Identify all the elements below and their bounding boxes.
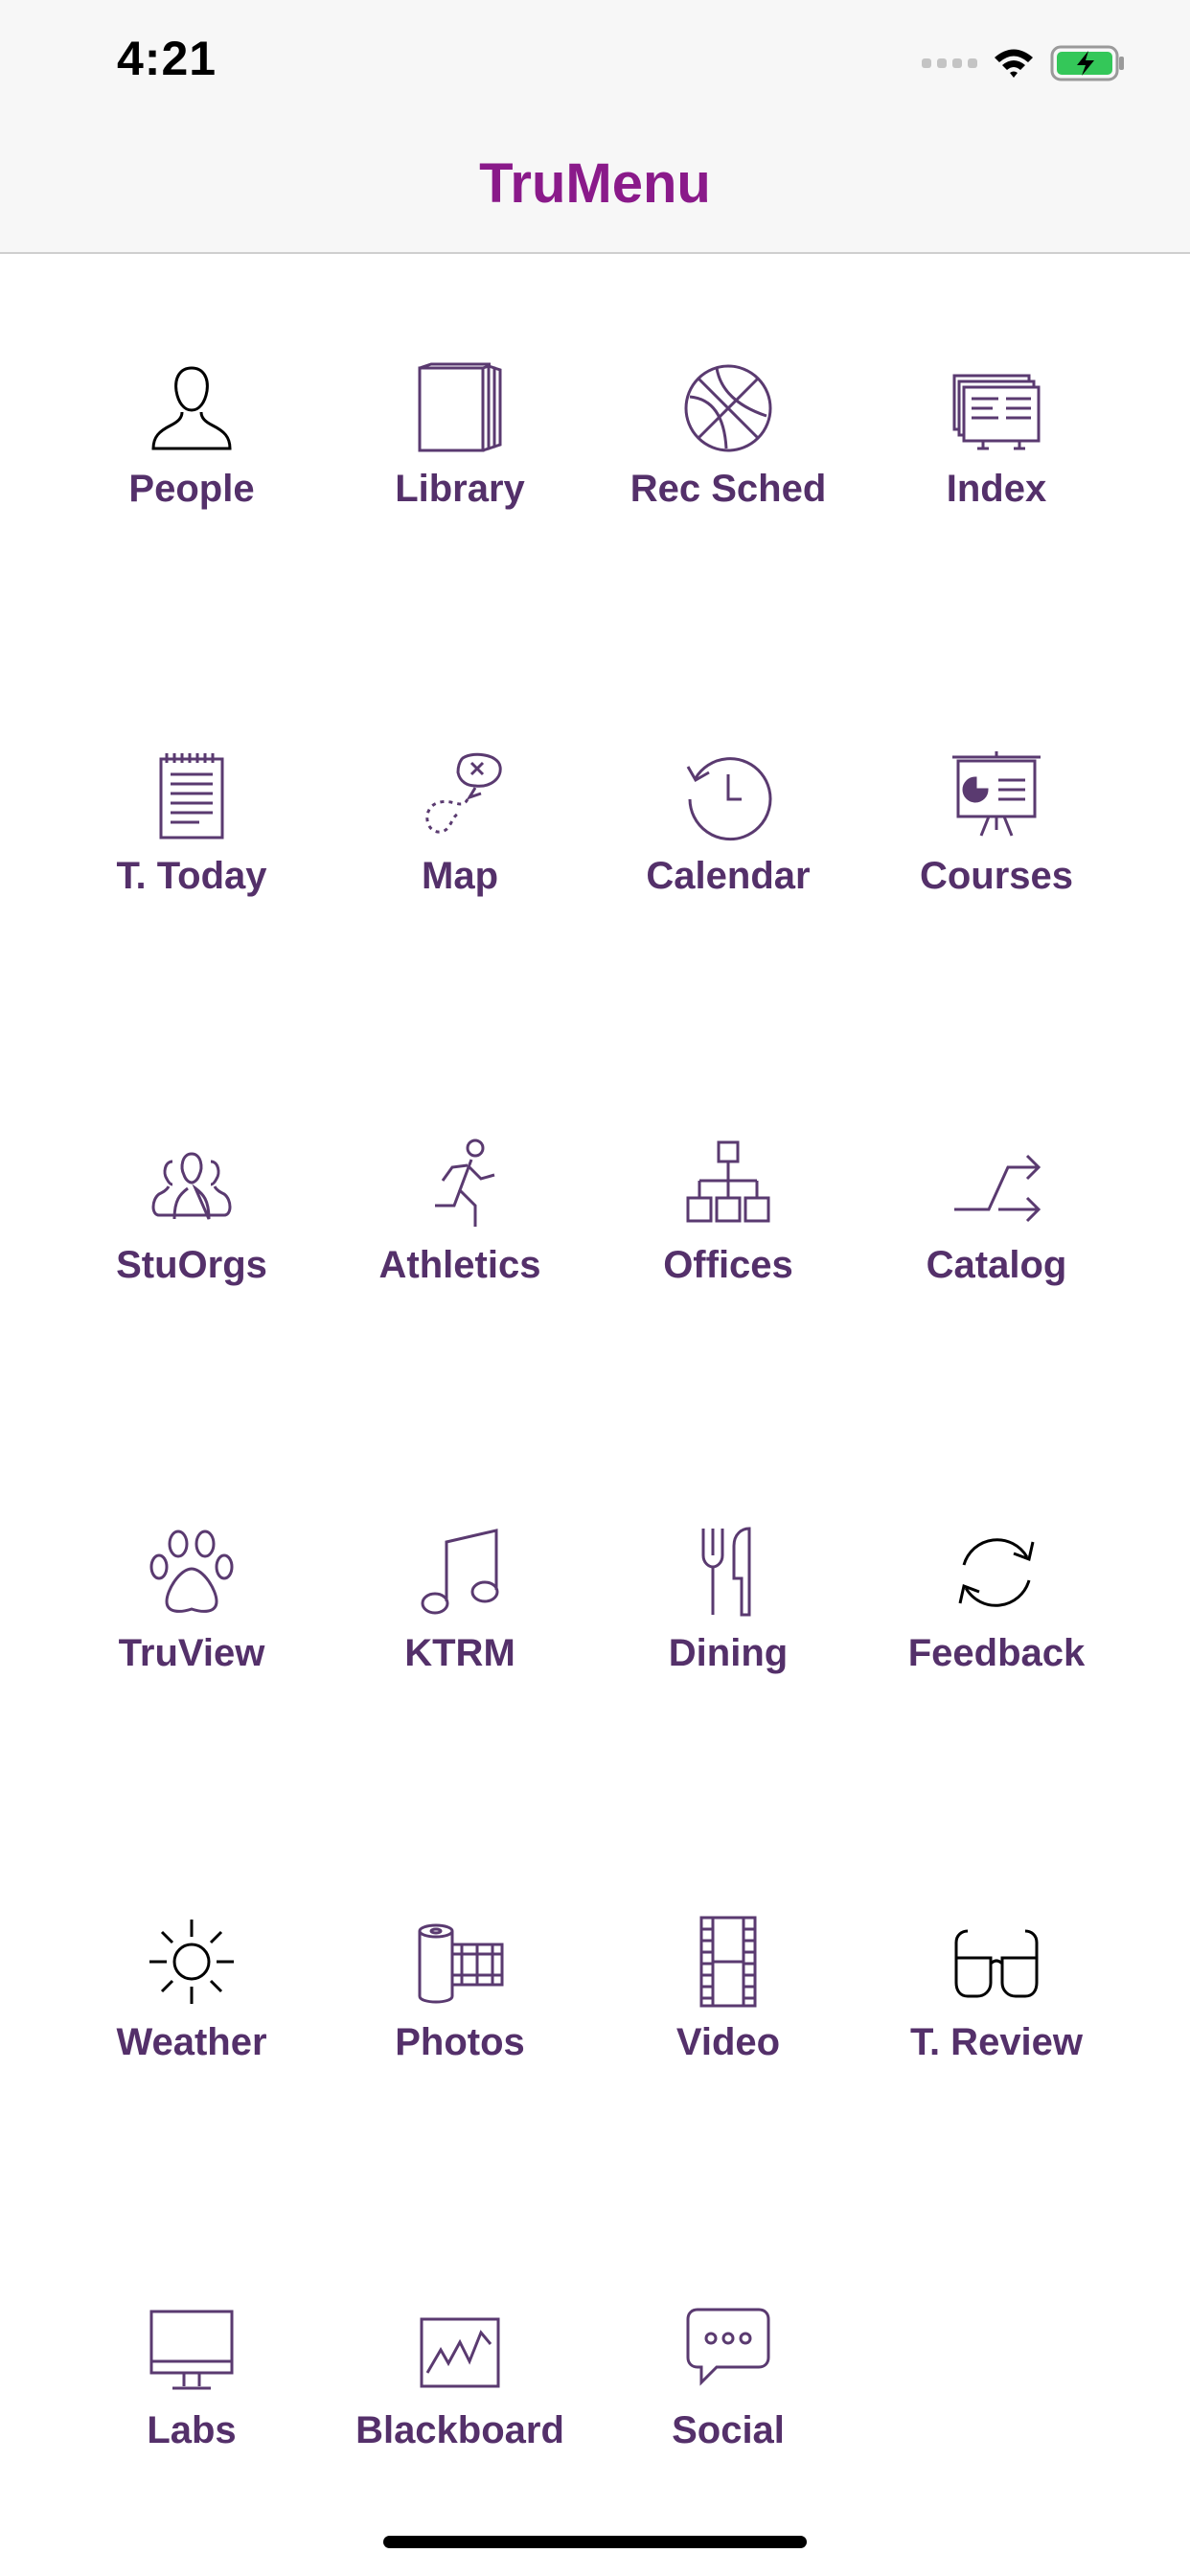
film-roll-icon: [418, 1923, 504, 2004]
menu-item-label: T. Today: [116, 855, 267, 897]
page-title: TruMenu: [479, 152, 711, 215]
menu-item-map[interactable]: Map: [326, 749, 594, 941]
index-cards-icon: [952, 374, 1041, 450]
chat-bubble-icon: [686, 2308, 770, 2386]
menu-item-blackboard[interactable]: Blackboard: [326, 2304, 594, 2496]
refresh-icon: [958, 1538, 1035, 1607]
navigation-header: 4:21 TruMenu: [0, 0, 1190, 254]
music-note-icon: [421, 1529, 499, 1615]
menu-item-social[interactable]: Social: [594, 2304, 862, 2496]
glasses-icon: [954, 1929, 1039, 1998]
battery-icon: [1050, 45, 1124, 81]
menu-item-calendar[interactable]: Calendar: [594, 749, 862, 941]
menu-item-athletics[interactable]: Athletics: [326, 1138, 594, 1330]
menu-item-label: Map: [422, 855, 498, 897]
menu-item-dining[interactable]: Dining: [594, 1527, 862, 1718]
chart-board-icon: [420, 2317, 500, 2388]
menu-item-label: Photos: [395, 2021, 525, 2063]
menu-item-label: Labs: [147, 2409, 237, 2451]
menu-item-library[interactable]: Library: [326, 362, 594, 554]
group-icon: [151, 1152, 232, 1220]
monitor-icon: [149, 2310, 234, 2390]
menu-item-label: Video: [675, 2021, 781, 2063]
menu-item-rec-sched[interactable]: Rec Sched: [594, 362, 862, 554]
menu-item-label: Weather: [116, 2021, 267, 2063]
menu-item-label: Social: [672, 2409, 785, 2451]
film-strip-icon: [699, 1916, 757, 2008]
menu-item-labs[interactable]: Labs: [57, 2304, 326, 2496]
menu-item-label: KTRM: [404, 1632, 515, 1674]
menu-item-ktrm[interactable]: KTRM: [326, 1527, 594, 1718]
menu-item-t-review[interactable]: T. Review: [862, 1916, 1131, 2107]
menu-item-courses[interactable]: Courses: [862, 749, 1131, 941]
menu-item-label: TruView: [118, 1632, 265, 1674]
menu-item-label: T. Review: [909, 2021, 1084, 2063]
org-chart-icon: [686, 1140, 770, 1223]
status-time: 4:21: [117, 32, 217, 85]
menu-item-label: Rec Sched: [629, 468, 827, 510]
menu-item-label: Athletics: [378, 1244, 541, 1286]
wifi-icon: [995, 49, 1033, 78]
menu-item-weather[interactable]: Weather: [57, 1916, 326, 2107]
menu-item-photos[interactable]: Photos: [326, 1916, 594, 2107]
menu-item-label: Library: [395, 468, 525, 510]
menu-item-t-today[interactable]: T. Today: [57, 749, 326, 941]
basketball-icon: [684, 364, 772, 452]
menu-item-truview[interactable]: TruView: [57, 1527, 326, 1718]
menu-item-label: Calendar: [646, 855, 811, 897]
presentation-board-icon: [952, 751, 1041, 837]
home-indicator[interactable]: [383, 2536, 807, 2548]
notepad-icon: [159, 753, 224, 840]
menu-item-index[interactable]: Index: [862, 362, 1131, 554]
menu-item-label: People: [128, 468, 255, 510]
menu-item-label: Feedback: [907, 1632, 1086, 1674]
cellular-signal-icon: [922, 58, 977, 68]
status-icons: [922, 42, 1127, 84]
menu-item-offices[interactable]: Offices: [594, 1138, 862, 1330]
menu-item-stuorgs[interactable]: StuOrgs: [57, 1138, 326, 1330]
history-clock-icon: [686, 757, 772, 841]
map-route-icon: [425, 752, 502, 834]
fork-knife-icon: [701, 1527, 751, 1617]
menu-item-feedback[interactable]: Feedback: [862, 1527, 1131, 1718]
books-icon: [418, 362, 502, 452]
menu-item-stuorgs[interactable]: [0, 252, 268, 444]
menu-item-label: Courses: [919, 855, 1074, 897]
paw-icon: [149, 1530, 234, 1613]
menu-item-catalog[interactable]: Catalog: [862, 1138, 1131, 1330]
sun-icon: [149, 1920, 234, 2004]
runner-icon: [435, 1138, 495, 1227]
menu-item-label: Blackboard: [355, 2409, 564, 2451]
menu-item-label: Index: [946, 468, 1047, 510]
shuffle-arrow-icon: [954, 1154, 1041, 1223]
menu-item-video[interactable]: Video: [594, 1916, 862, 2107]
menu-item-label: Offices: [663, 1244, 793, 1286]
menu-item-label: Dining: [668, 1632, 789, 1674]
menu-item-label: StuOrgs: [116, 1244, 267, 1286]
menu-item-label: Catalog: [926, 1244, 1067, 1286]
